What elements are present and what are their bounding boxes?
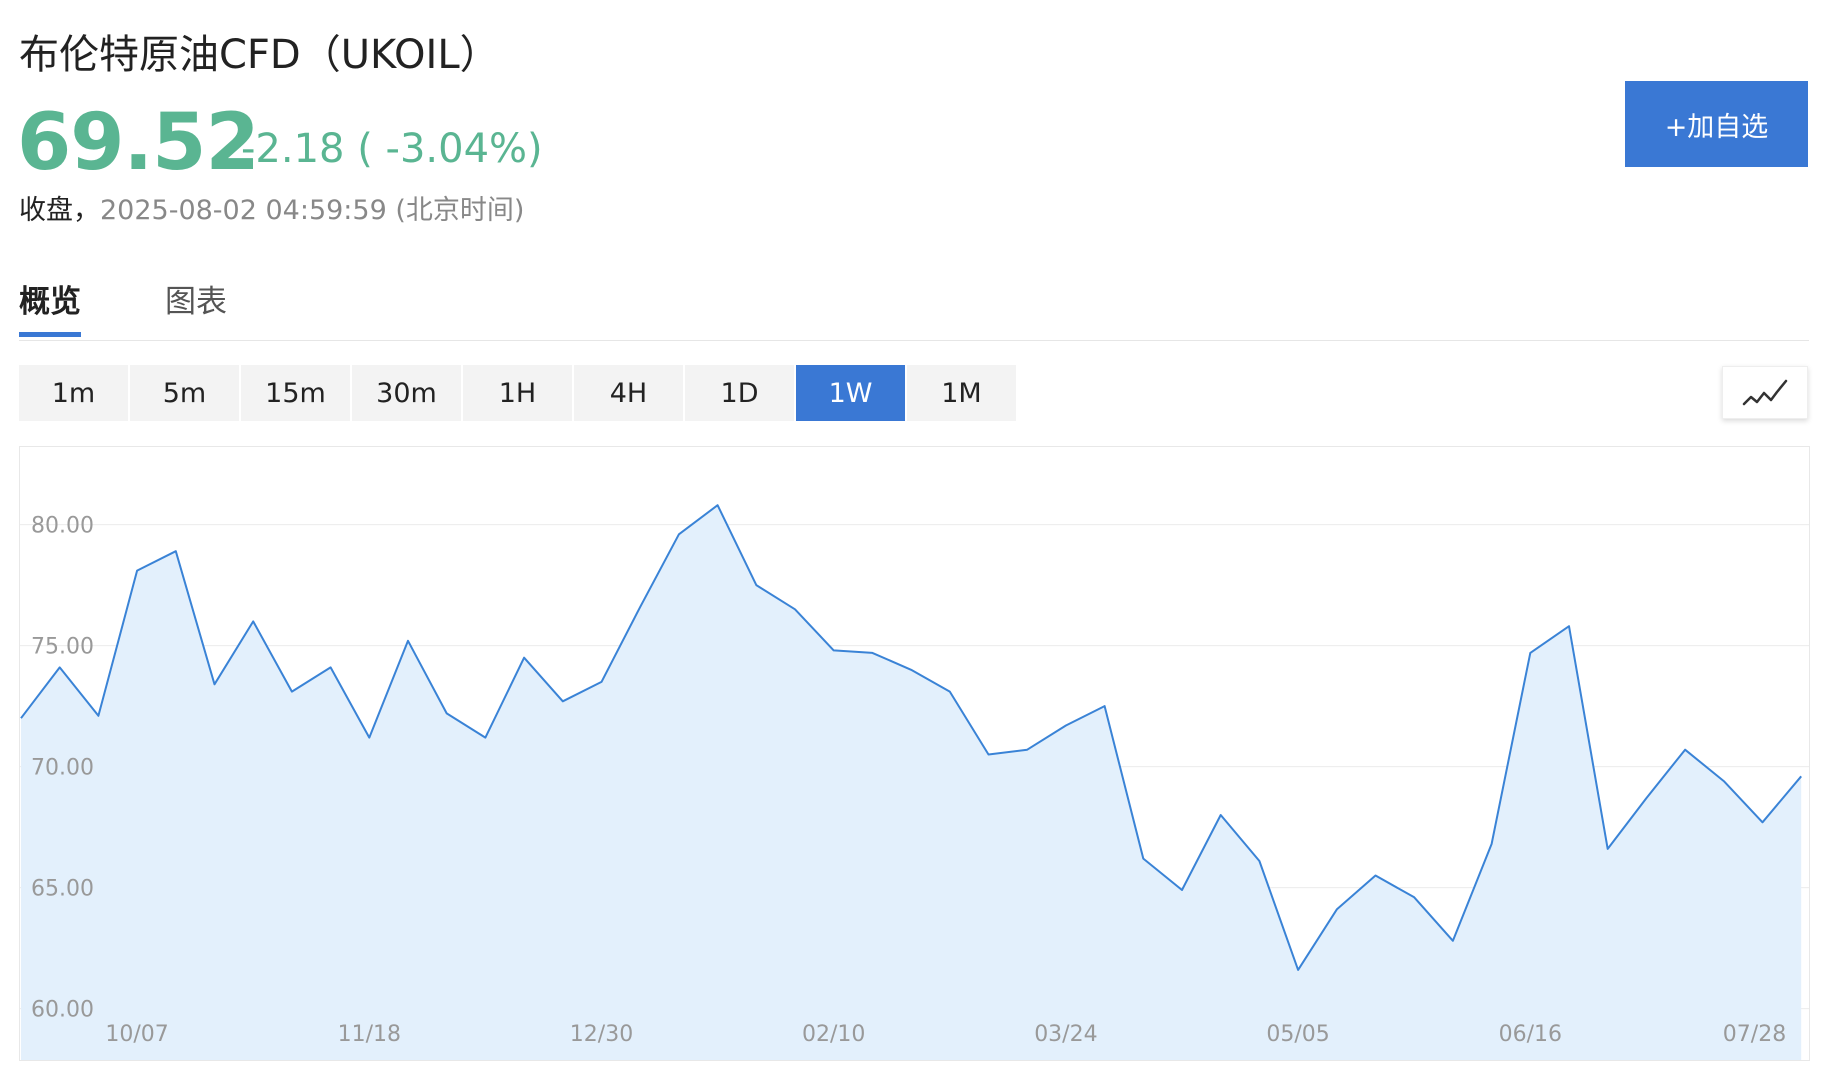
period-selector: 1m 5m 15m 30m 1H 4H 1D 1W 1M (19, 365, 1018, 421)
tab-overview[interactable]: 概览 (19, 276, 81, 337)
market-status: 收盘，2025-08-02 04:59:59 (北京时间) (19, 188, 524, 227)
price-chart-svg: 80.00 75.00 70.00 65.00 60.00 10/07 11/18 12/3… (20, 504, 1809, 1060)
tab-bar: 概览 图表 (19, 272, 1809, 341)
period-4h[interactable]: 4H (574, 365, 683, 421)
period-1mo[interactable]: 1M (907, 365, 1016, 421)
x-tick-label: 10/07 (105, 1022, 168, 1047)
tab-chart[interactable]: 图表 (165, 276, 227, 321)
price-chart[interactable]: 80.00 75.00 70.00 65.00 60.00 10/07 11/18 12/3… (19, 446, 1810, 1061)
period-5m[interactable]: 5m (130, 365, 239, 421)
period-1d[interactable]: 1D (685, 365, 794, 421)
last-price: 69.52 (17, 98, 260, 188)
y-tick-label: 75.00 (31, 635, 94, 660)
instrument-title: 布伦特原油CFD（UKOIL） (19, 32, 500, 78)
period-1w[interactable]: 1W (796, 365, 905, 421)
y-tick-label: 65.00 (31, 877, 94, 902)
status-label: 收盘， (19, 195, 100, 226)
y-tick-label: 60.00 (31, 998, 94, 1023)
period-1h[interactable]: 1H (463, 365, 572, 421)
x-tick-label: 02/10 (802, 1022, 865, 1047)
x-tick-label: 05/05 (1266, 1022, 1329, 1047)
period-15m[interactable]: 15m (241, 365, 350, 421)
y-tick-label: 70.00 (31, 756, 94, 781)
x-tick-label: 07/28 (1723, 1022, 1786, 1047)
price-area-fill (21, 505, 1802, 1060)
y-tick-label: 80.00 (31, 514, 94, 539)
period-30m[interactable]: 30m (352, 365, 461, 421)
status-time: 2025-08-02 04:59:59 (北京时间) (100, 195, 525, 226)
x-tick-label: 11/18 (338, 1022, 401, 1047)
period-1m[interactable]: 1m (19, 365, 128, 421)
line-chart-icon (1742, 379, 1788, 405)
x-tick-label: 03/24 (1034, 1022, 1097, 1047)
x-tick-label: 06/16 (1499, 1022, 1562, 1047)
price-change: -2.18 ( -3.04%) (241, 126, 543, 172)
x-tick-label: 12/30 (570, 1022, 633, 1047)
chart-type-button[interactable] (1722, 366, 1808, 419)
add-to-watchlist-button[interactable]: +加自选 (1625, 81, 1808, 167)
